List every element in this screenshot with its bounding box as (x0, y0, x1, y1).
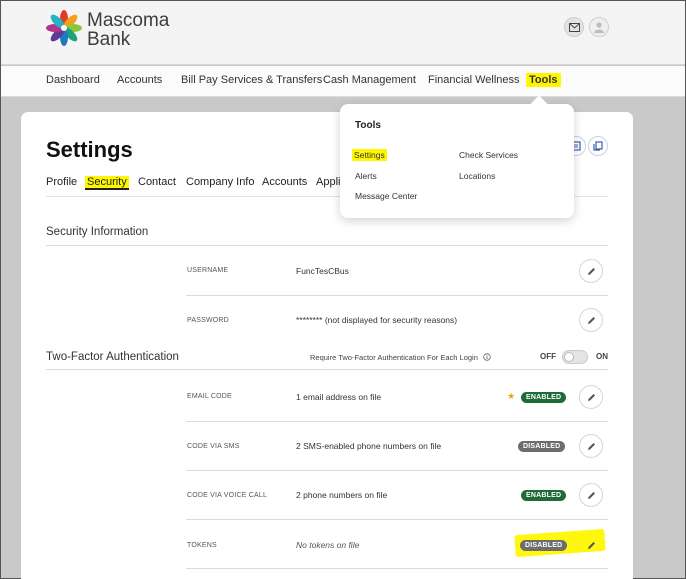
main-nav: Dashboard Accounts Bill Pay Services & T… (1, 66, 685, 97)
edit-voice-button[interactable] (579, 483, 603, 507)
menu-item-alerts[interactable]: Alerts (355, 171, 377, 181)
tab-profile[interactable]: Profile (46, 176, 77, 188)
pencil-icon (587, 267, 595, 275)
nav-financial-wellness[interactable]: Financial Wellness (428, 74, 520, 86)
info-icon[interactable] (483, 353, 491, 361)
status-badge-voice: ENABLED (521, 490, 567, 501)
edit-password-button[interactable] (579, 308, 603, 332)
mascoma-bank-logo[interactable]: Mascoma Bank (45, 8, 185, 50)
pencil-icon (587, 316, 595, 324)
nav-cash-management[interactable]: Cash Management (323, 74, 416, 86)
nav-dashboard[interactable]: Dashboard (46, 74, 100, 86)
row-value-username: FuncTesCBus (296, 266, 349, 276)
star-icon: ★ (507, 391, 516, 401)
app-header: Mascoma Bank (1, 1, 685, 65)
mail-icon[interactable] (564, 17, 584, 37)
toggle-off-label: OFF (540, 352, 556, 361)
require-twofa-label: Require Two-Factor Authentication For Ea… (310, 353, 491, 362)
row-value-tokens: No tokens on file (296, 540, 360, 550)
tools-dropdown: Tools Settings Alerts Message Center Che… (340, 104, 574, 218)
logo-mark-icon (46, 10, 82, 46)
nav-bill-pay[interactable]: Bill Pay Services & Transfers (181, 74, 322, 86)
row-label-sms: CODE VIA SMS (187, 443, 240, 450)
row-label-tokens: TOKENS (187, 542, 217, 549)
status-badge-sms: DISABLED (518, 441, 566, 452)
row-value-password: ******** (not displayed for security rea… (296, 315, 458, 325)
tab-security[interactable]: Security (85, 176, 129, 190)
nav-accounts[interactable]: Accounts (117, 74, 162, 86)
divider (186, 568, 608, 569)
logo-text: Mascoma Bank (87, 11, 169, 49)
menu-item-message-center[interactable]: Message Center (355, 191, 417, 201)
edit-sms-button[interactable] (579, 434, 603, 458)
status-badge-email: ENABLED (521, 392, 567, 403)
pencil-icon (587, 442, 595, 450)
divider (186, 421, 608, 422)
row-value-email-code: 1 email address on file (296, 392, 382, 402)
pencil-icon (587, 541, 595, 549)
divider (186, 519, 608, 520)
tools-dropdown-title: Tools (355, 120, 381, 131)
status-badge-tokens: DISABLED (520, 540, 568, 551)
nav-tools[interactable]: Tools (526, 73, 561, 87)
security-info-title: Security Information (46, 226, 149, 238)
row-label-email-code: EMAIL CODE (187, 393, 232, 400)
menu-item-settings[interactable]: Settings (352, 149, 387, 161)
row-value-voice: 2 phone numbers on file (296, 490, 388, 500)
pencil-icon (587, 491, 595, 499)
user-icon[interactable] (589, 17, 609, 37)
logo-line-2: Bank (87, 29, 131, 50)
tab-applications[interactable]: Appli (316, 176, 340, 188)
twofa-title: Two-Factor Authentication (46, 351, 179, 363)
pencil-icon (587, 393, 595, 401)
tab-contact[interactable]: Contact (138, 176, 176, 188)
require-twofa-toggle[interactable] (562, 350, 588, 364)
tab-company-info[interactable]: Company Info (186, 176, 254, 188)
divider (46, 245, 608, 246)
edit-tokens-button[interactable] (579, 533, 603, 557)
toggle-on-label: ON (596, 352, 608, 361)
row-label-voice: CODE VIA VOICE CALL (187, 492, 268, 499)
row-label-password: PASSWORD (187, 317, 229, 324)
edit-email-code-button[interactable] (579, 385, 603, 409)
copy-icon[interactable] (588, 136, 608, 156)
divider (186, 470, 608, 471)
edit-username-button[interactable] (579, 259, 603, 283)
menu-item-check-services[interactable]: Check Services (459, 150, 518, 160)
row-label-username: USERNAME (187, 267, 229, 274)
toggle-knob (564, 352, 574, 362)
require-twofa-text: Require Two-Factor Authentication For Ea… (310, 353, 478, 362)
menu-item-locations[interactable]: Locations (459, 171, 495, 181)
tab-accounts[interactable]: Accounts (262, 176, 307, 188)
divider (186, 295, 608, 296)
page-title: Settings (46, 137, 133, 162)
row-value-sms: 2 SMS-enabled phone numbers on file (296, 441, 442, 451)
divider (46, 369, 608, 370)
logo-line-1: Mascoma (87, 10, 170, 31)
